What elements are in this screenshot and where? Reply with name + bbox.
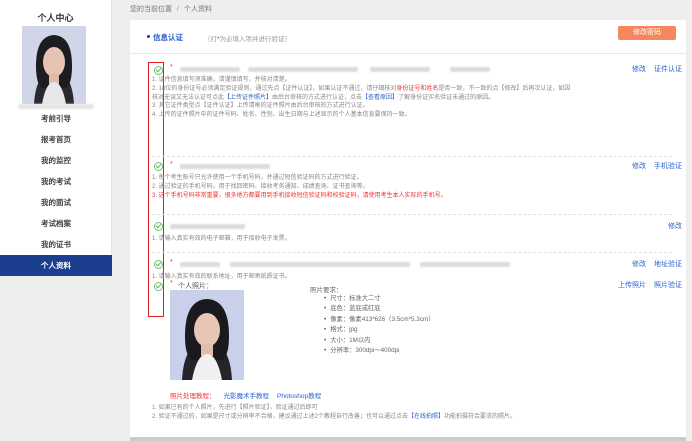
section5-links: 上传照片 照片验证 [610, 280, 682, 290]
id-type-blur [180, 67, 240, 72]
verified-check-icon [154, 282, 163, 291]
section1-notes: 1. 证件信息填写须准确，请谨慎填写，并核对清楚。 2. 18位的身份证号必须满… [152, 77, 571, 119]
tutorial-link-photoshop[interactable]: Photoshop教程 [277, 393, 321, 400]
sidebar-item-exam-archive[interactable]: 考试档案 [0, 213, 112, 234]
edit-phone-link[interactable]: 修改 [632, 163, 646, 170]
edit-email-link[interactable]: 修改 [668, 223, 682, 230]
id-extra-blur [450, 67, 490, 72]
tutorial-label: 照片处理教程： [170, 393, 216, 400]
verified-check-icon [154, 222, 163, 231]
tab-bar: 信息认证 （打*为必填入项并进行验证） 修改密码 [130, 20, 686, 54]
photo-requirements-title: 照片要求： [310, 287, 343, 294]
photo-requirements-list: 尺寸：标准大二寸 底色：蓝底或红底 像素：像素413*626（3.5cm*5.3… [324, 294, 434, 356]
address-blur [230, 262, 410, 267]
id-name-blur [370, 67, 430, 72]
photo-tutorials: 照片处理教程： 光影魔术手教程 Photoshop教程 [170, 390, 321, 400]
section5-notes: 1. 如果已有的个人照片，先进行【照片验证】，验证通过后即可 2. 验证不通过的… [152, 405, 517, 420]
sidebar-item-my-certificates[interactable]: 我的证书 [0, 234, 112, 255]
sidebar-item-my-exams[interactable]: 我的考试 [0, 171, 112, 192]
id-verify-link[interactable]: 证件认证 [654, 66, 682, 73]
tutorial-link-neoimaging[interactable]: 光影魔术手教程 [224, 393, 270, 400]
user-avatar [22, 26, 86, 104]
change-password-button[interactable]: 修改密码 [618, 26, 676, 40]
verified-check-icon [154, 66, 163, 75]
section3-notes: 1. 请输入真实有效的电子邮箱，用于接收电子发票。 [152, 236, 291, 242]
sidebar-item-exam-guide[interactable]: 考前引导 [0, 108, 112, 129]
id-photo [170, 290, 244, 380]
breadcrumb-location: 您的当前位置 [130, 6, 172, 13]
sidebar-nav: 考前引导 报考首页 我的监控 我的考试 我的面试 考试档案 我的证书 个人资料 [0, 108, 112, 276]
verified-check-icon [154, 260, 163, 269]
tab-hint: （打*为必填入项并进行验证） [204, 36, 292, 43]
tab-info-verification[interactable]: 信息认证 [153, 32, 183, 43]
upload-photo-link[interactable]: 上传照片 [618, 282, 646, 289]
address-verify-link[interactable]: 地址验证 [654, 261, 682, 268]
sidebar-item-my-monitor[interactable]: 我的监控 [0, 150, 112, 171]
horizontal-scrollbar[interactable] [130, 437, 686, 441]
section1-links: 修改 证件认证 [624, 64, 682, 74]
sidebar-item-register-home[interactable]: 报考首页 [0, 129, 112, 150]
section2-notes: 1. 每个考生账号只允许使用一个手机号码，并通过短信验证码的方式进行验证。 2.… [152, 175, 447, 199]
address-label-blur [180, 262, 220, 267]
sidebar-item-personal-info[interactable]: 个人资料 [0, 255, 112, 276]
section3-links: 修改 [660, 221, 682, 231]
main-panel: 信息认证 （打*为必填入项并进行验证） 修改密码 * 修改 证件认证 1. 证件信… [130, 20, 686, 441]
breadcrumb-current[interactable]: 个人资料 [184, 6, 212, 13]
section4-links: 修改 地址验证 [624, 259, 682, 269]
phone-verify-link[interactable]: 手机验证 [654, 163, 682, 170]
edit-id-link[interactable]: 修改 [632, 66, 646, 73]
sidebar-title: 个人中心 [37, 13, 74, 23]
id-number-blur [248, 67, 358, 72]
verified-check-icon [154, 162, 163, 171]
address-extra-blur [420, 262, 510, 267]
breadcrumb: 您的当前位置 / 个人资料 [130, 6, 212, 13]
photo-verify-link[interactable]: 照片验证 [654, 282, 682, 289]
phone-blur [180, 164, 270, 169]
tab-bullet-icon [147, 35, 150, 38]
email-blur [170, 224, 245, 229]
sidebar-item-my-interviews[interactable]: 我的面试 [0, 192, 112, 213]
edit-address-link[interactable]: 修改 [632, 261, 646, 268]
sidebar: 个人中心 考前引导 报考首页 我的监控 我的考试 我的面试 考试档案 我的证书 … [0, 0, 112, 276]
section2-links: 修改 手机验证 [624, 161, 682, 171]
